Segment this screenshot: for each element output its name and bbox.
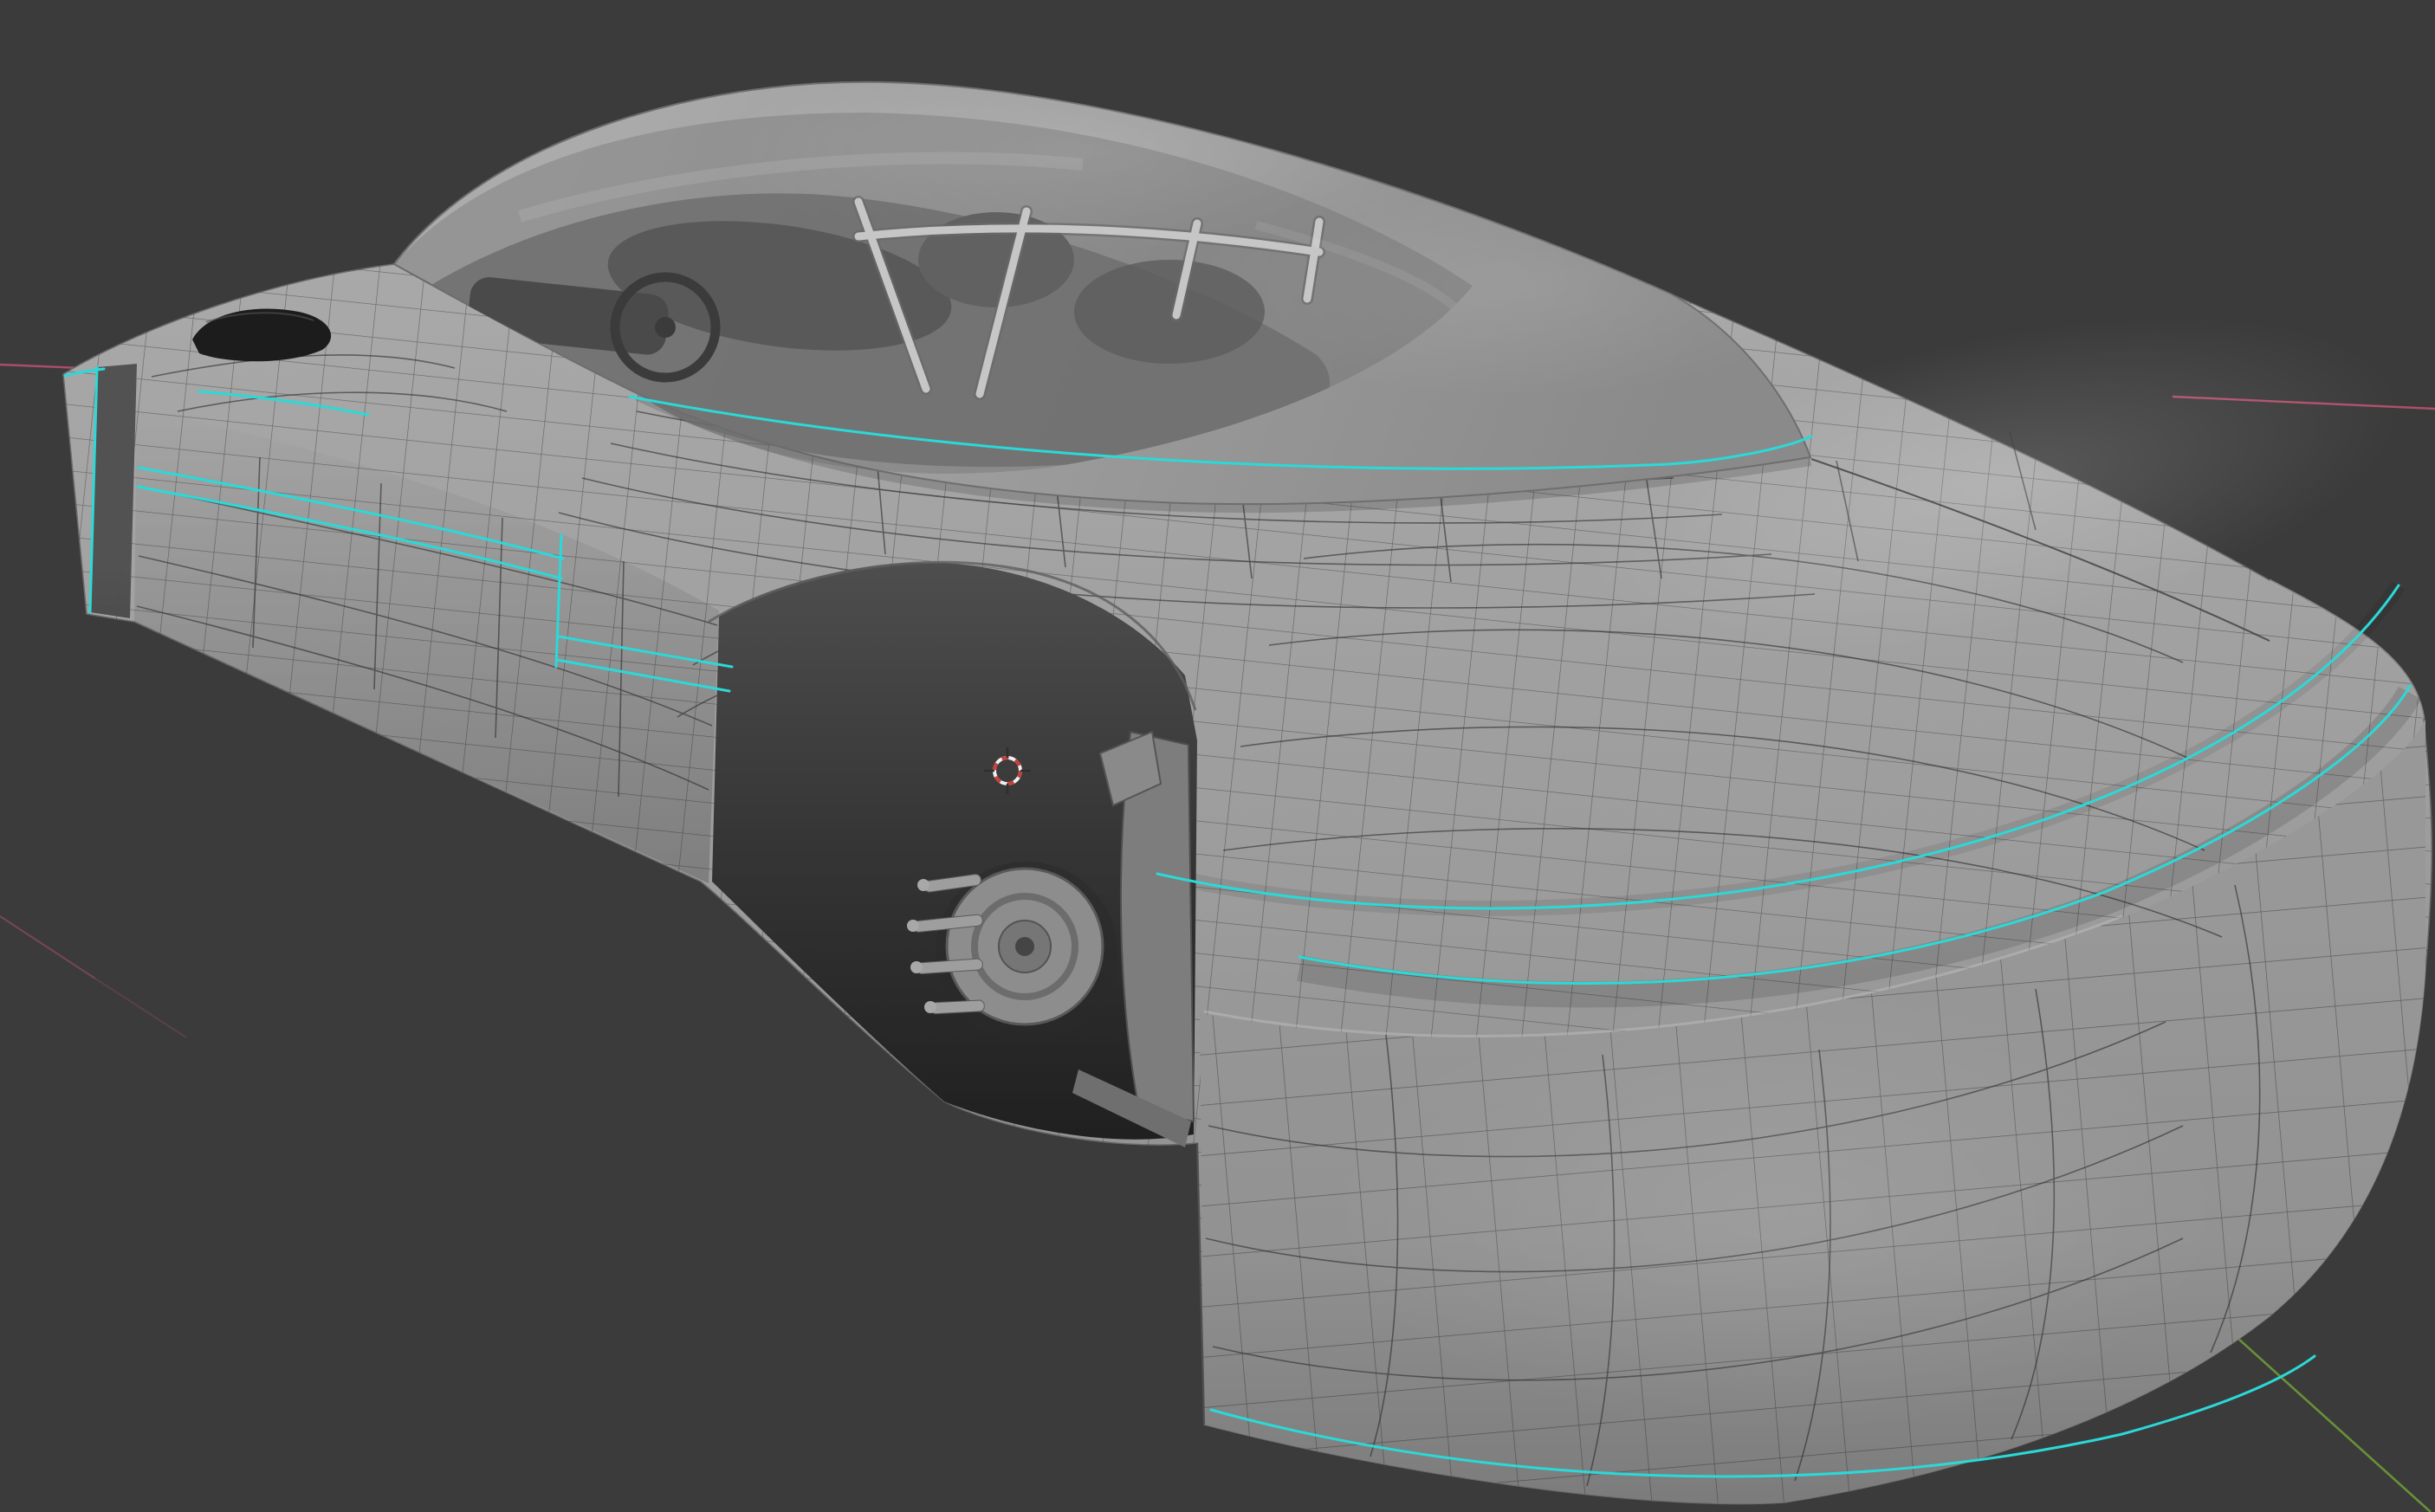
viewport-canvas[interactable] (0, 0, 2435, 1512)
blender-3d-viewport[interactable] (0, 0, 2435, 1512)
